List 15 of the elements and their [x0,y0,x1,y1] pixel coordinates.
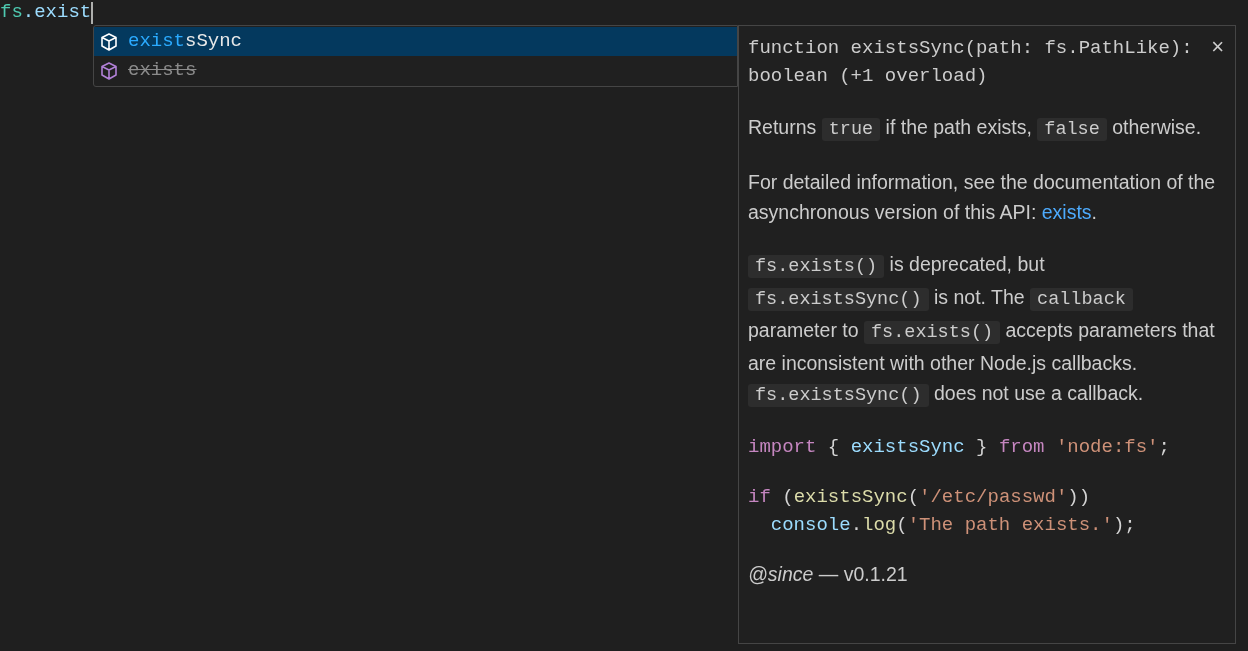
signature-text: function existsSync(path: fs.PathLike): boolean (+1 overload) [748,36,1194,89]
cube-icon [99,60,119,81]
description-text: fs.exists() is deprecated, but fs.existsSync() is not. The callback parameter to fs.exists() accepts parameters that are inconsistent with other Node.js callbacks. fs.existsSync() does not use a callback. [748,252,1216,409]
link[interactable]: exists [1041,201,1092,223]
suggestion-item[interactable]: exists [94,56,737,85]
close-button[interactable]: × [1209,36,1226,58]
code-snippet: if (existsSync('/etc/passwd')) console.log('The path exists.'); [748,485,1137,538]
text-cursor [91,1,94,24]
since-text: @since — v0.1.21 [748,562,909,587]
cube-icon [99,31,119,52]
suggestion-item[interactable]: existsSync [94,27,737,56]
description-text: Returns true if the path exists, false otherwise. [748,115,1203,143]
code-line: fs.exist [0,0,94,25]
code-snippet: import { existsSync } from 'node:fs'; [748,435,1171,460]
description-text: For detailed information, see the documentation of the asynchronous version of this API: exists. [748,170,1217,225]
